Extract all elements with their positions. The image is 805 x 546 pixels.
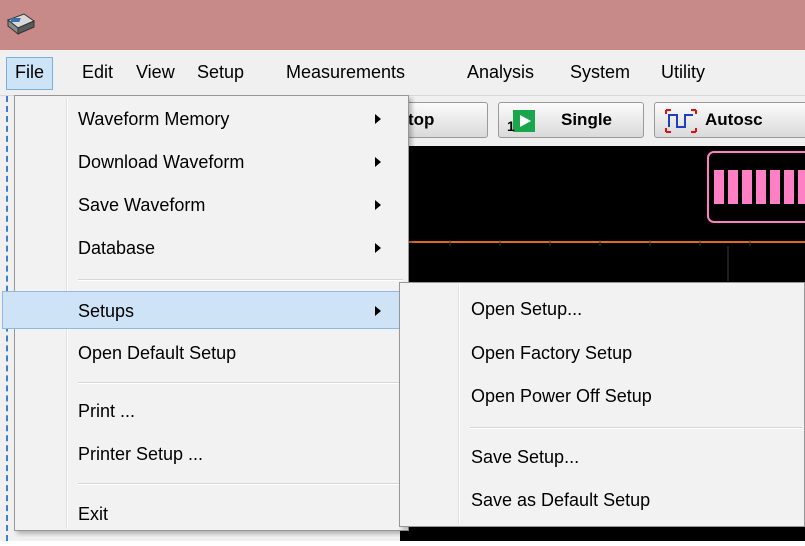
- menu-item-label: Open Setup...: [471, 299, 583, 319]
- submenu-arrow-icon: [375, 200, 381, 210]
- app-icon: [7, 13, 36, 36]
- autoscale-icon: [665, 109, 697, 133]
- menu-analysis[interactable]: Analysis: [459, 57, 542, 88]
- stop-button-label: top: [408, 110, 435, 129]
- menu-item-label: Open Default Setup: [78, 343, 237, 363]
- menu-item-waveform-memory[interactable]: Waveform Memory: [17, 100, 404, 138]
- pink-waveform: [714, 170, 805, 204]
- submenu-arrow-icon: [375, 157, 381, 167]
- menu-item-label: Save Setup...: [471, 447, 580, 467]
- menu-item-label: Print ...: [78, 401, 136, 421]
- svg-text:1: 1: [507, 118, 515, 133]
- menu-separator: [78, 483, 403, 485]
- menu-item-label: Waveform Memory: [78, 109, 230, 129]
- autoscale-button-label: Autosc: [705, 110, 763, 129]
- menu-file[interactable]: File: [6, 57, 54, 90]
- submenu-item-open-power-off-setup[interactable]: Open Power Off Setup: [402, 376, 802, 416]
- menu-item-exit[interactable]: Exit: [17, 495, 404, 533]
- menu-item-database[interactable]: Database: [17, 229, 404, 267]
- menu-item-save-waveform[interactable]: Save Waveform: [17, 186, 404, 224]
- menu-utility[interactable]: Utility: [653, 57, 713, 88]
- submenu-item-save-setup[interactable]: Save Setup...: [402, 437, 802, 477]
- setups-submenu: Open Setup... Open Factory Setup Open Po…: [399, 282, 805, 527]
- menu-item-print[interactable]: Print ...: [17, 392, 404, 430]
- menu-item-label: Exit: [78, 504, 109, 524]
- menu-item-printer-setup[interactable]: Printer Setup ...: [17, 435, 404, 473]
- menu-item-label: Save Waveform: [78, 195, 206, 215]
- title-bar: [0, 0, 805, 50]
- menu-item-label: Download Waveform: [78, 152, 245, 172]
- single-button[interactable]: 1 Single: [498, 102, 644, 138]
- single-run-icon: 1: [507, 110, 535, 133]
- menu-item-label: Save as Default Setup: [471, 490, 651, 510]
- file-menu: Waveform Memory Download Waveform Save W…: [2, 95, 409, 533]
- menu-item-label: Open Power Off Setup: [471, 386, 652, 406]
- submenu-item-open-factory-setup[interactable]: Open Factory Setup: [402, 333, 802, 373]
- menu-measurements[interactable]: Measurements: [278, 57, 413, 88]
- submenu-item-open-setup[interactable]: Open Setup...: [402, 289, 802, 329]
- menu-item-label: Open Factory Setup: [471, 343, 633, 363]
- menu-item-open-default-setup[interactable]: Open Default Setup: [17, 334, 404, 372]
- menu-setup[interactable]: Setup: [189, 57, 252, 88]
- menu-system[interactable]: System: [562, 57, 638, 88]
- menu-bar: File Edit View Setup Measurements Analys…: [0, 50, 805, 96]
- single-button-label: Single: [561, 110, 613, 129]
- submenu-arrow-icon: [375, 306, 381, 316]
- menu-separator: [78, 382, 403, 384]
- menu-item-label: Setups: [78, 301, 135, 321]
- autoscale-button[interactable]: Autosc: [654, 102, 805, 138]
- menu-item-label: Database: [78, 238, 156, 258]
- submenu-arrow-icon: [375, 243, 381, 253]
- menu-item-setups[interactable]: Setups: [2, 291, 404, 329]
- menu-separator: [470, 427, 802, 429]
- menu-separator: [78, 279, 403, 281]
- menu-item-label: Printer Setup ...: [78, 444, 204, 464]
- menu-view[interactable]: View: [128, 57, 183, 88]
- menu-item-download-waveform[interactable]: Download Waveform: [17, 143, 404, 181]
- submenu-item-save-as-default-setup[interactable]: Save as Default Setup: [402, 480, 802, 520]
- submenu-arrow-icon: [375, 114, 381, 124]
- menu-edit[interactable]: Edit: [74, 57, 121, 88]
